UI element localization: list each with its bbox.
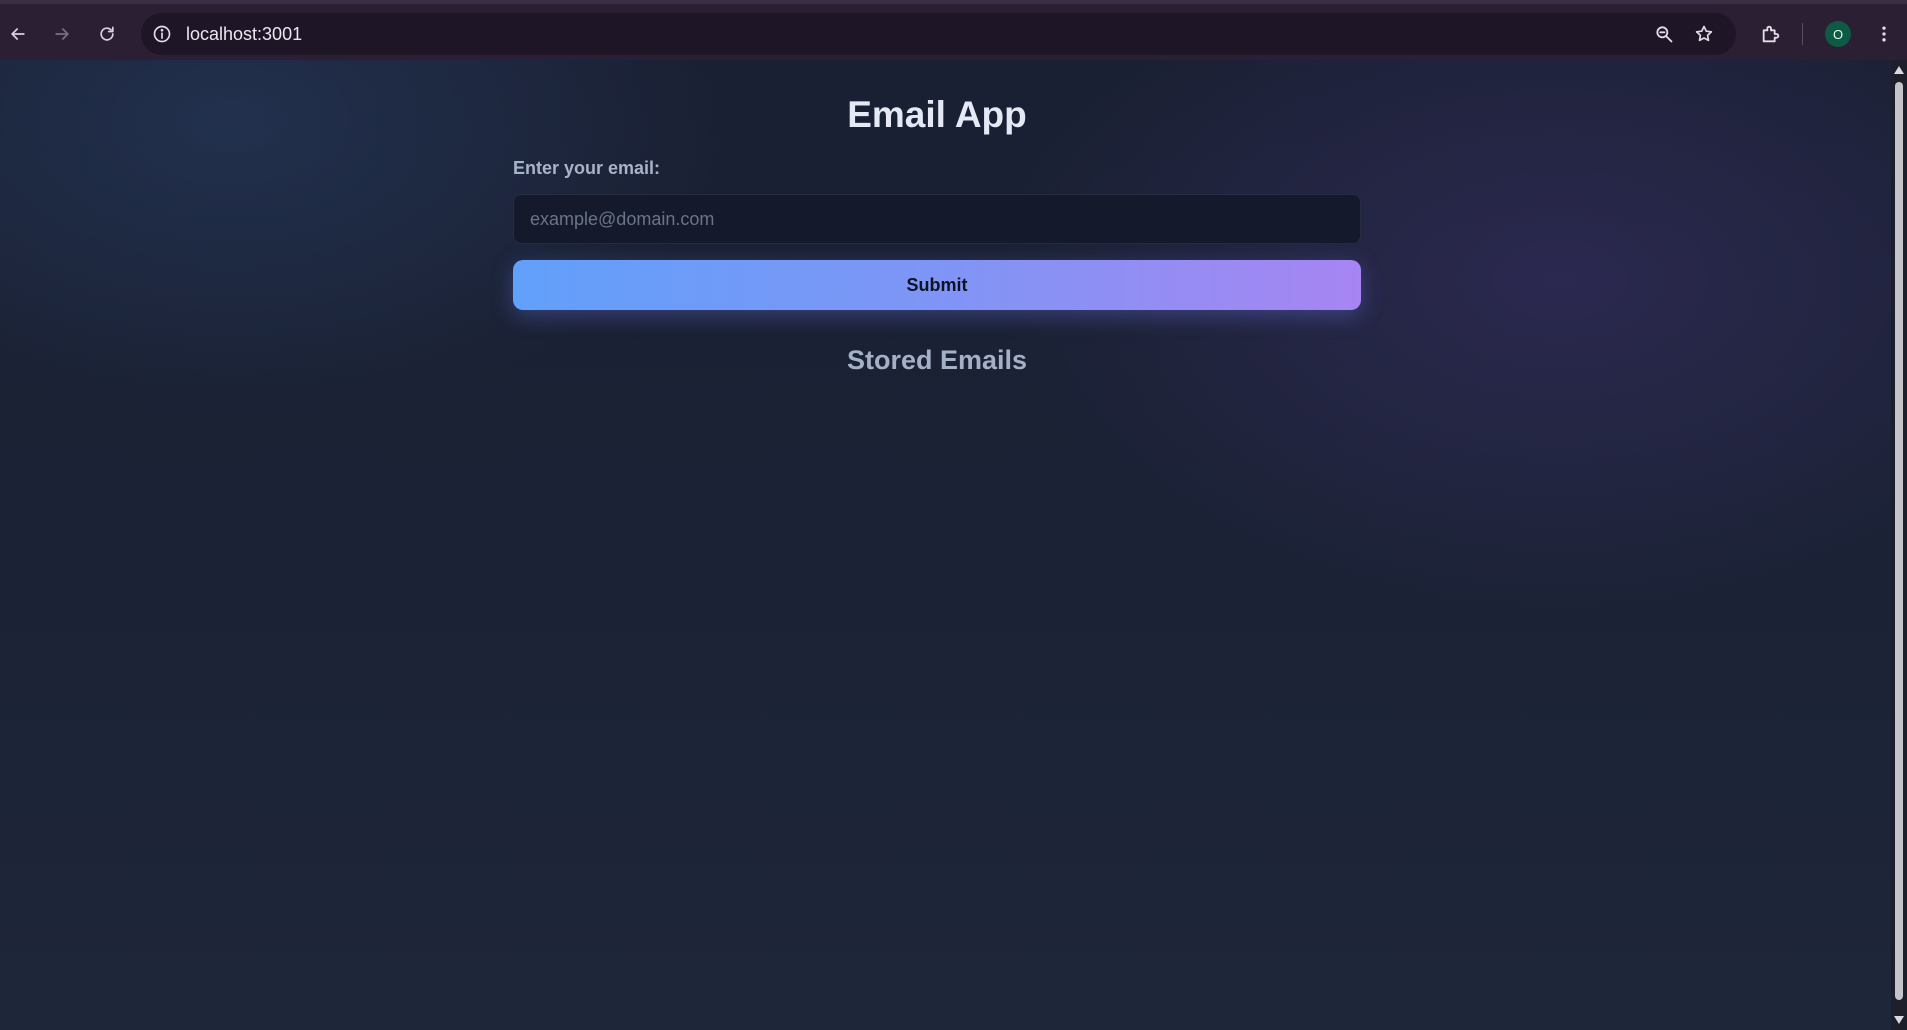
avatar[interactable]: O bbox=[1825, 21, 1851, 47]
page-viewport: Email App Enter your email: Submit Store… bbox=[0, 60, 1891, 1030]
address-bar[interactable]: localhost:3001 bbox=[141, 13, 1736, 55]
toolbar-divider bbox=[1802, 23, 1803, 45]
arrow-left-icon bbox=[11, 28, 25, 40]
scroll-up-icon[interactable] bbox=[1893, 64, 1905, 76]
star-icon[interactable] bbox=[1692, 22, 1716, 46]
url-text[interactable]: localhost:3001 bbox=[186, 13, 302, 55]
stored-emails-heading: Stored Emails bbox=[846, 345, 1028, 375]
submit-button[interactable]: Submit bbox=[513, 260, 1361, 310]
page-title: Email App bbox=[847, 94, 1027, 135]
extensions-button[interactable] bbox=[1755, 18, 1787, 50]
reload-button[interactable] bbox=[91, 18, 123, 50]
menu-button[interactable] bbox=[1868, 18, 1900, 50]
scroll-down-icon[interactable] bbox=[1893, 1014, 1905, 1026]
arrow-right-icon bbox=[55, 28, 69, 40]
email-label: Enter your email: bbox=[513, 158, 661, 178]
email-field[interactable] bbox=[513, 194, 1361, 244]
back-button[interactable] bbox=[2, 18, 34, 50]
kebab-menu-icon bbox=[1882, 26, 1886, 42]
reload-icon bbox=[100, 26, 114, 41]
browser-toolbar: localhost:3001 O bbox=[0, 0, 1907, 60]
magnifier-icon[interactable] bbox=[1652, 22, 1676, 46]
page-scrollbar[interactable] bbox=[1891, 60, 1907, 1030]
puzzle-icon bbox=[1762, 25, 1780, 43]
forward-button[interactable] bbox=[46, 18, 78, 50]
scrollbar-thumb[interactable] bbox=[1895, 82, 1903, 1000]
info-icon[interactable] bbox=[150, 22, 174, 46]
